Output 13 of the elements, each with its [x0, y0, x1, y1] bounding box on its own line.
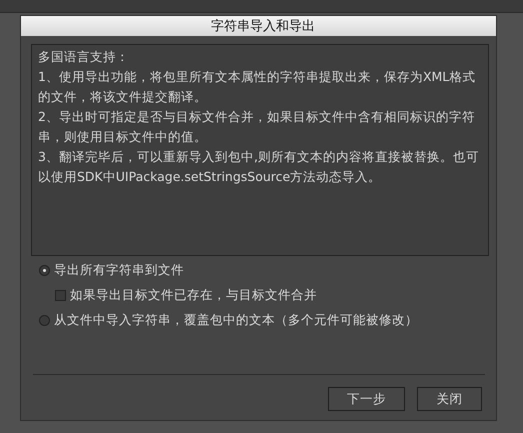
- info-heading: 多国语言支持：: [38, 48, 130, 66]
- option-label[interactable]: 如果导出目标文件已存在，与目标文件合并: [70, 287, 317, 304]
- next-button[interactable]: 下一步: [328, 387, 405, 411]
- info-paragraph: 3、翻译完毕后，可以重新导入到包中,则所有文本的内容将直接被替换。也可以使用SDK中UIPackage.setStringsSource方法动态导入。: [38, 148, 480, 186]
- close-button[interactable]: 关闭: [417, 387, 482, 411]
- info-paragraph: 2、导出时可指定是否与目标文件合并，如果目标文件中含有相同标识的字符串，则使用目标文件中的值。: [38, 108, 476, 146]
- dialog-title: 字符串导入和导出: [211, 18, 315, 35]
- radio-button[interactable]: [39, 315, 50, 326]
- option-label[interactable]: 导出所有字符串到文件: [54, 262, 184, 279]
- option-label[interactable]: 从文件中导入字符串，覆盖包中的文本（多个元件可能被修改）: [54, 312, 418, 329]
- info-paragraph: 1、使用导出功能，将包里所有文本属性的字符串提取出来，保存为XML格式的文件，将该文件提交翻译。: [38, 68, 476, 106]
- checkbox[interactable]: [55, 290, 66, 301]
- radio-button[interactable]: [39, 265, 50, 276]
